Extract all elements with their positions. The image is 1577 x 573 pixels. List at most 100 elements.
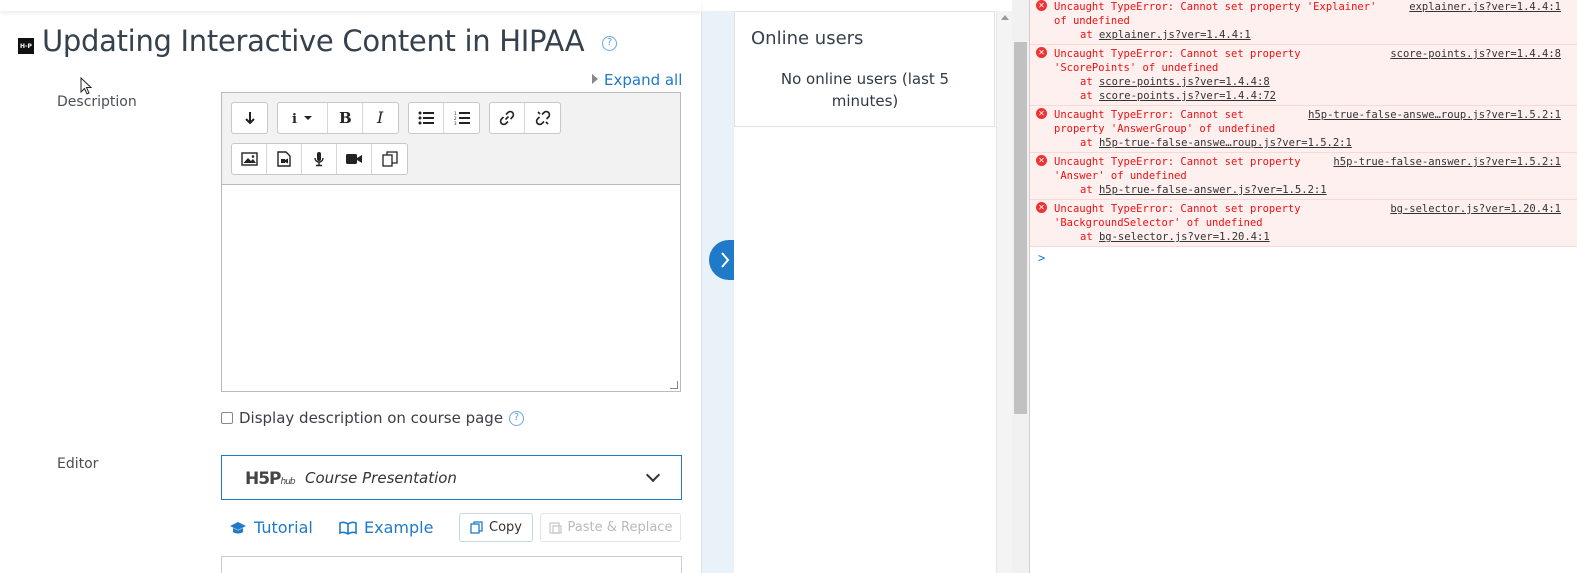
image-icon[interactable] (232, 144, 267, 174)
drawer-strip (701, 11, 734, 573)
link-icon[interactable] (490, 103, 525, 133)
paste-replace-label: Paste & Replace (567, 520, 673, 535)
error-icon: ✕ (1036, 0, 1047, 11)
manage-files-icon[interactable] (372, 144, 407, 174)
unlink-icon[interactable] (525, 103, 560, 133)
italic-icon[interactable]: I (363, 103, 398, 133)
moodle-page: H-P Updating Interactive Content in HIPA… (0, 0, 701, 573)
error-icon: ✕ (1036, 202, 1047, 213)
scroll-up-icon[interactable] (1001, 15, 1009, 20)
page-scrollbar[interactable] (996, 11, 1012, 573)
svg-text:i: i (292, 112, 297, 125)
screen: H-P Updating Interactive Content in HIPA… (0, 0, 1577, 573)
online-users-title: Online users (751, 28, 864, 49)
editor-toolbar-row-2 (231, 143, 408, 175)
stack-frame-prefix: at (1080, 231, 1099, 243)
h5p-editor-frame (221, 556, 682, 573)
editor-toolbar-row-1: i B I 123 (231, 102, 561, 134)
devtools-console: ✕ Uncaught TypeError: Cannot set property… (1030, 0, 1577, 573)
paste-replace-button[interactable]: Paste & Replace (540, 513, 681, 542)
stack-frame-prefix: at (1080, 29, 1099, 41)
help-icon[interactable]: ? (602, 36, 617, 51)
toolbar-group-links (489, 102, 561, 134)
tutorial-link[interactable]: Tutorial (229, 518, 313, 537)
console-error-row: ✕ Uncaught TypeError: Cannot set property… (1030, 106, 1577, 153)
console-error-row: ✕ Uncaught TypeError: Cannot set property… (1030, 45, 1577, 106)
h5p-hub-selector[interactable]: H5Phub Course Presentation (221, 455, 682, 500)
paste-icon (548, 522, 562, 534)
graduation-cap-icon (230, 521, 246, 533)
video-camera-icon[interactable] (337, 144, 372, 174)
display-description-checkbox[interactable] (221, 412, 233, 424)
console-error-row: ✕ Uncaught TypeError: Cannot set property… (1030, 200, 1577, 247)
error-icon: ✕ (1036, 155, 1047, 166)
error-icon: ✕ (1036, 47, 1047, 58)
svg-text:I: I (376, 110, 384, 126)
error-source-link[interactable]: bg-selector.js?ver=1.20.4:1 (1386, 202, 1561, 216)
console-prompt[interactable]: > (1030, 247, 1577, 265)
svg-text:B: B (339, 110, 352, 126)
stack-frame: at h5p-true-false-answe…roup.js?ver=1.5.… (1054, 136, 1569, 150)
tutorial-label: Tutorial (254, 518, 313, 537)
stack-frame-link[interactable]: bg-selector.js?ver=1.20.4:1 (1099, 231, 1270, 243)
copy-label: Copy (489, 520, 522, 535)
paragraph-styles-icon[interactable]: i (278, 103, 328, 133)
stack-frame-prefix: at (1080, 90, 1099, 102)
h5p-logo-icon: H-P (18, 38, 34, 54)
online-users-text: No online users (last 5 minutes) (780, 70, 950, 110)
console-error-row: ✕ Uncaught TypeError: Cannot set property… (1030, 0, 1577, 45)
display-description-option: Display description on course page ? (221, 409, 525, 427)
stack-frame: at explainer.js?ver=1.4.4:1 (1054, 28, 1569, 42)
stack-frame-link[interactable]: score-points.js?ver=1.4.4:72 (1099, 90, 1276, 102)
svg-text:3: 3 (454, 121, 457, 125)
resize-handle[interactable] (670, 381, 678, 389)
microphone-icon[interactable] (302, 144, 337, 174)
error-source-link[interactable]: h5p-true-false-answer.js?ver=1.5.2:1 (1329, 155, 1561, 169)
open-book-icon (339, 521, 357, 535)
bold-icon[interactable]: B (328, 103, 363, 133)
stack-frame-link[interactable]: h5p-true-false-answer.js?ver=1.5.2:1 (1099, 184, 1327, 196)
toolbar-group-style: i B I (277, 102, 399, 134)
expand-all-link[interactable]: Expand all (592, 71, 682, 89)
stack-frame: at score-points.js?ver=1.4.4:8 (1054, 75, 1569, 89)
error-source-link[interactable]: h5p-true-false-answe…roup.js?ver=1.5.2:1 (1304, 108, 1561, 122)
copy-icon (470, 521, 483, 534)
stack-frame-prefix: at (1080, 76, 1099, 88)
page-title: Updating Interactive Content in HIPAA (42, 24, 585, 58)
scrollbar-thumb[interactable] (1014, 42, 1027, 414)
example-link[interactable]: Example (339, 518, 433, 537)
description-editor: i B I 123 (221, 92, 681, 392)
stack-frame-prefix: at (1080, 184, 1099, 196)
copy-button[interactable]: Copy (459, 513, 533, 542)
ordered-list-icon[interactable]: 123 (444, 103, 479, 133)
expand-all-label: Expand all (604, 71, 683, 89)
online-users-block: Online users No online users (last 5 min… (734, 11, 995, 127)
error-source-link[interactable]: score-points.js?ver=1.4.4:8 (1386, 47, 1561, 61)
console-error-row: ✕ Uncaught TypeError: Cannot set property… (1030, 153, 1577, 200)
toolbar-group-collapse (231, 102, 268, 134)
description-label: Description (57, 94, 137, 110)
unordered-list-icon[interactable] (409, 103, 444, 133)
error-icon: ✕ (1036, 108, 1047, 119)
stack-frame-link[interactable]: score-points.js?ver=1.4.4:8 (1099, 76, 1270, 88)
stack-frame-link[interactable]: h5p-true-false-answe…roup.js?ver=1.5.2:1 (1099, 137, 1352, 149)
stack-frame: at bg-selector.js?ver=1.20.4:1 (1054, 230, 1569, 244)
description-textarea[interactable] (222, 184, 680, 391)
hub-logo-suffix: hub (280, 477, 296, 487)
stack-frame: at h5p-true-false-answer.js?ver=1.5.2:1 (1054, 183, 1569, 197)
stack-frame-link[interactable]: explainer.js?ver=1.4.4:1 (1099, 29, 1251, 41)
stack-frame: at score-points.js?ver=1.4.4:72 (1054, 89, 1569, 103)
help-icon[interactable]: ? (509, 410, 525, 426)
media-icon[interactable] (267, 144, 302, 174)
display-description-label: Display description on course page (239, 409, 504, 427)
toolbar-group-lists: 123 (408, 102, 480, 134)
stack-frame-prefix: at (1080, 137, 1099, 149)
hub-logo-text: H5P (245, 469, 282, 489)
chevron-down-icon (645, 467, 661, 483)
selected-content-type: Course Presentation (305, 469, 457, 487)
show-more-buttons-icon[interactable] (232, 103, 267, 133)
example-label: Example (364, 518, 434, 537)
block-region: Online users No online users (last 5 min… (734, 11, 996, 573)
editor-label: Editor (57, 456, 99, 472)
error-source-link[interactable]: explainer.js?ver=1.4.4:1 (1405, 0, 1561, 14)
